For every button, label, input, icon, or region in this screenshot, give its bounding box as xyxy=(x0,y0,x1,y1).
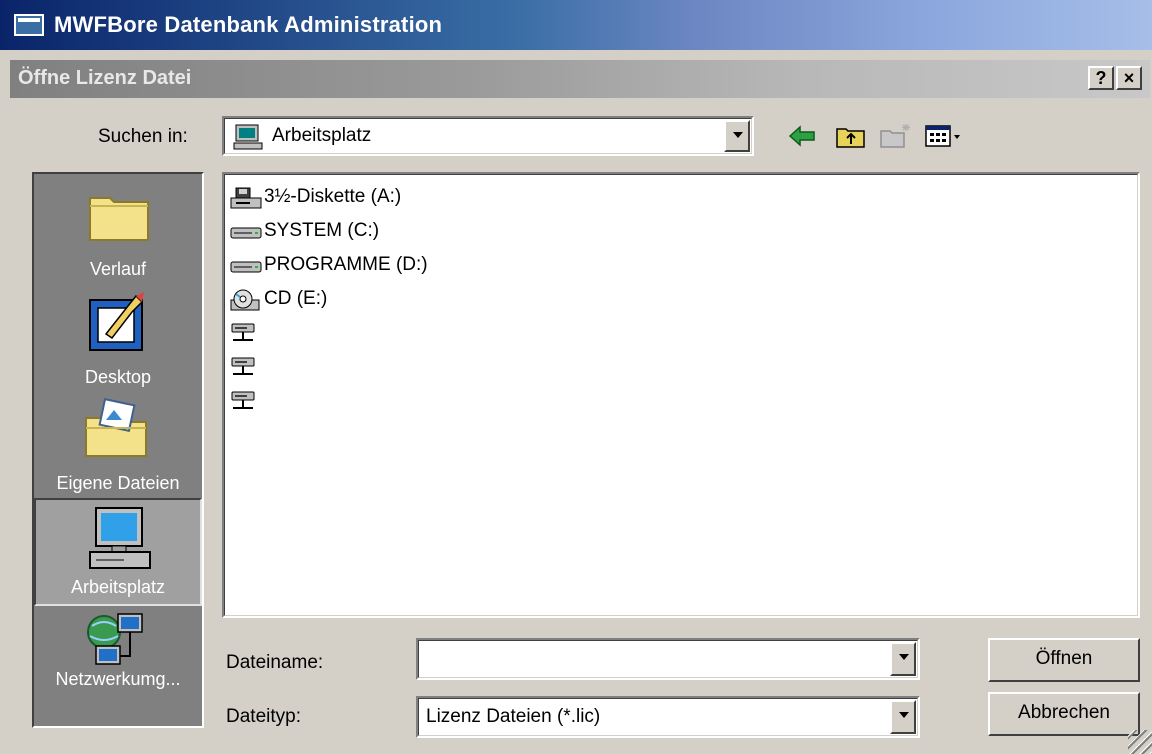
look-in-label: Suchen in: xyxy=(98,126,188,147)
app-title: MWFBore Datenbank Administration xyxy=(54,12,443,37)
network-drive-icon xyxy=(231,391,255,409)
filename-label: Dateiname: xyxy=(226,652,324,673)
file-item-label: SYSTEM (C:) xyxy=(264,220,380,241)
history-folder-icon xyxy=(89,197,149,241)
network-drive-icon xyxy=(231,357,255,375)
place-verlauf[interactable]: Verlauf xyxy=(34,178,202,286)
dialog-title-bar: Öffne Lizenz Datei ? × xyxy=(10,60,1150,98)
place-label: Eigene Dateien xyxy=(56,473,180,493)
new-folder-icon[interactable] xyxy=(878,122,912,150)
filename-field[interactable] xyxy=(416,638,920,680)
close-button[interactable]: × xyxy=(1116,66,1142,90)
cancel-button[interactable]: Abbrechen xyxy=(988,692,1140,736)
place-arbeitsplatz[interactable]: Arbeitsplatz xyxy=(34,498,202,606)
file-item-label: CD (E:) xyxy=(264,288,328,309)
file-item-label: 3½-Diskette (A:) xyxy=(264,186,402,207)
place-label: Verlauf xyxy=(89,259,147,279)
up-folder-icon[interactable] xyxy=(834,122,868,150)
place-desktop[interactable]: Desktop xyxy=(34,286,202,394)
places-bar: Verlauf Desktop Eigene Dateien Arbeitspl xyxy=(32,172,204,728)
floppy-drive-icon xyxy=(230,187,262,209)
place-label: Desktop xyxy=(84,367,152,387)
my-computer-icon xyxy=(89,507,151,569)
look-in-dropdown-button[interactable] xyxy=(724,120,750,152)
open-button[interactable]: Öffnen xyxy=(988,638,1140,682)
resize-grip[interactable] xyxy=(1128,730,1152,754)
filename-dropdown-button[interactable] xyxy=(890,642,916,676)
cd-drive-icon xyxy=(230,289,260,311)
desktop-icon xyxy=(89,292,144,351)
place-label: Arbeitsplatz xyxy=(70,577,166,597)
hard-drive-icon xyxy=(230,227,262,239)
place-label: Netzwerkumg... xyxy=(55,669,181,689)
view-menu-icon[interactable] xyxy=(924,122,964,150)
file-item-label: PROGRAMME (D:) xyxy=(264,254,428,275)
look-in-combo[interactable]: Arbeitsplatz xyxy=(222,116,754,156)
my-documents-icon xyxy=(85,398,147,457)
filetype-dropdown-button[interactable] xyxy=(890,700,916,734)
place-netzwerk[interactable]: Netzwerkumg... xyxy=(34,608,202,716)
look-in-value: Arbeitsplatz xyxy=(272,125,372,146)
place-eigene-dateien[interactable]: Eigene Dateien xyxy=(34,392,202,500)
filetype-select[interactable]: Lizenz Dateien (*.lic) xyxy=(416,696,920,738)
back-arrow-icon[interactable] xyxy=(786,122,820,150)
app-window-icon xyxy=(14,14,44,36)
app-title-bar: MWFBore Datenbank Administration xyxy=(0,0,1152,50)
network-icon xyxy=(87,613,143,665)
network-drive-icon xyxy=(231,323,255,341)
help-button[interactable]: ? xyxy=(1088,66,1114,90)
file-list[interactable]: 3½-Diskette (A:) SYSTEM (C:) PROGRAMME (… xyxy=(222,172,1140,618)
my-computer-icon xyxy=(233,124,263,150)
hard-drive-icon xyxy=(230,261,262,273)
filetype-value: Lizenz Dateien (*.lic) xyxy=(426,706,601,727)
dialog-title: Öffne Lizenz Datei xyxy=(18,67,192,89)
filetype-label: Dateityp: xyxy=(226,706,301,727)
